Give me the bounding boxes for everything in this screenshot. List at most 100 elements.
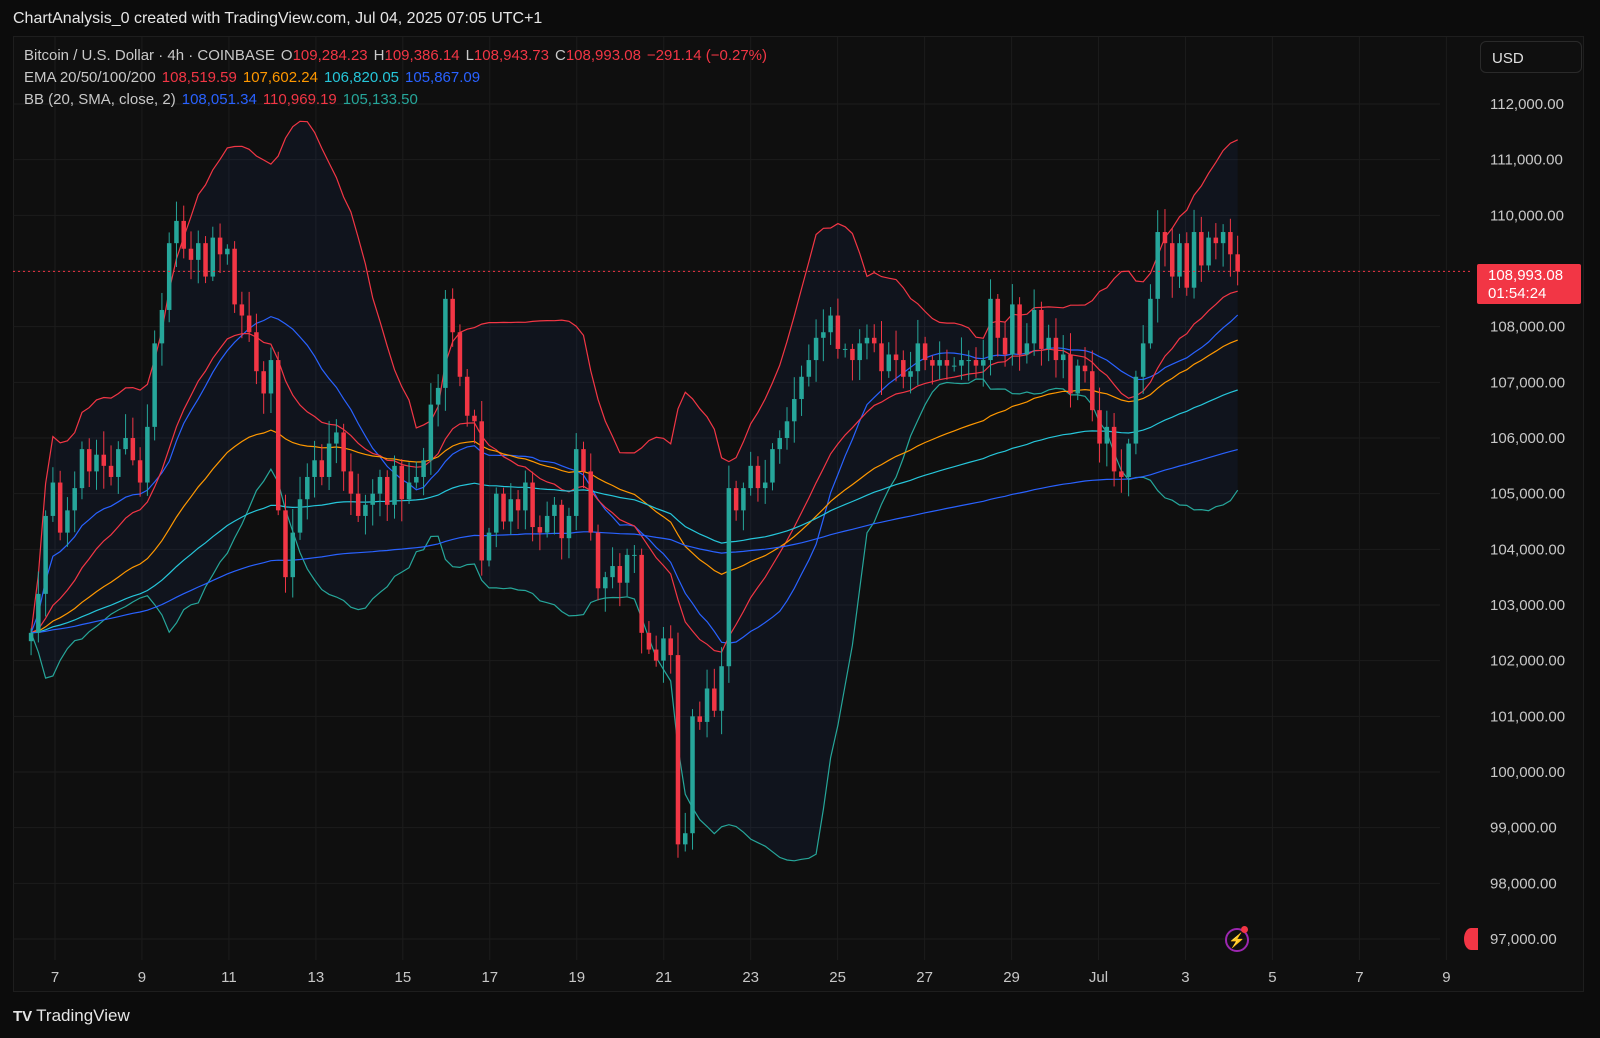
candle-body (123, 438, 128, 450)
bb-fill (31, 121, 1238, 861)
ema200-value: 105,867.09 (405, 69, 481, 86)
high-value: 109,386.14 (384, 47, 460, 64)
currency-selector[interactable]: USD (1480, 41, 1582, 73)
candle (1010, 284, 1015, 366)
candle-body (719, 666, 724, 711)
candle (479, 401, 484, 576)
candle-body (690, 716, 695, 834)
candle-body (748, 465, 753, 489)
footer-brand[interactable]: TV TradingView (13, 1006, 130, 1026)
time-axis: 7 9 11 13 15 17 19 21 23 25 27 29 Jul 3 5 7 9 (51, 969, 1451, 986)
candle-body (770, 449, 775, 483)
legend-symbol-row[interactable]: Bitcoin / U.S. Dollar · 4h · COINBASE O10… (24, 47, 773, 64)
candle-body (697, 716, 703, 722)
candle (682, 812, 688, 852)
candle-body (1199, 232, 1204, 266)
candle-body (1162, 232, 1168, 244)
candle-body (806, 360, 812, 377)
bb-upper-value: 110,969.19 (262, 91, 337, 108)
candle-body (981, 360, 986, 366)
price-tick-label: 108,000.00 (1490, 319, 1565, 336)
candle-body (1017, 304, 1022, 355)
candle (232, 241, 237, 313)
candle-body (639, 554, 644, 633)
price-axis: 112,000.00111,000.00110,000.00109,000.00… (1490, 96, 1565, 948)
price-tick-label: 110,000.00 (1490, 207, 1564, 224)
candle-body (305, 476, 310, 500)
candle-body (421, 460, 426, 477)
price-chart-svg[interactable]: 112,000.00111,000.00110,000.00109,000.00… (0, 0, 1600, 1038)
time-tick-label: 13 (308, 969, 325, 986)
candle-body (552, 504, 557, 516)
candle-body (741, 488, 746, 511)
candle-body (326, 443, 332, 477)
candle-body (995, 298, 1001, 338)
open-label: O (280, 47, 293, 64)
candle (1126, 438, 1131, 497)
candle-body (36, 593, 41, 633)
candle-body (464, 376, 470, 416)
candle-body (1220, 232, 1226, 244)
candle-body (472, 415, 477, 422)
candle-body (217, 237, 223, 255)
candle-body (712, 688, 717, 711)
candle-body (283, 510, 288, 578)
candle-body (755, 465, 761, 489)
candle-body (792, 399, 797, 422)
legend-ema-row[interactable]: EMA 20/50/100/200 108,519.59 107,602.24 106… (24, 69, 486, 86)
time-tick-label: 25 (829, 969, 846, 986)
candle-body (65, 510, 70, 533)
candle-body (610, 566, 615, 578)
candle-body (1228, 232, 1233, 255)
candle-body (28, 632, 34, 642)
candle-body (1111, 426, 1117, 472)
candle-body (1126, 443, 1131, 477)
candle-body (116, 449, 121, 477)
candle-body (392, 465, 397, 505)
candle-body (225, 248, 230, 255)
candle-body (57, 482, 63, 533)
close-label: C (555, 47, 566, 64)
legend-bb-row[interactable]: BB (20, SMA, close, 2) 108,051.34 110,969.… (24, 91, 424, 108)
price-tick-label: 103,000.00 (1490, 597, 1565, 614)
candle-body (254, 332, 259, 372)
candle-body (1002, 337, 1008, 355)
candle-body (108, 465, 114, 477)
currency-label: USD (1492, 50, 1524, 67)
candle-body (523, 482, 528, 511)
candle-body (334, 432, 339, 444)
candle-body (399, 465, 405, 500)
candle-body (1213, 237, 1219, 244)
bb-basis-value: 108,051.34 (181, 91, 257, 108)
us-flag-icon[interactable] (1464, 928, 1478, 950)
candle-body (1090, 371, 1095, 411)
candle-body (479, 421, 484, 561)
change-value: −291.14 (−0.27%) (646, 47, 768, 64)
ema100-value: 106,820.05 (323, 69, 400, 86)
open-value: 109,284.23 (292, 47, 368, 64)
candle-body (733, 488, 739, 511)
candle-body (821, 332, 826, 338)
candle-body (159, 309, 165, 344)
candle-body (879, 343, 884, 372)
candle-body (799, 376, 804, 400)
candle-body (239, 304, 245, 316)
candle-body (1075, 365, 1081, 394)
candle-body (188, 248, 194, 260)
candle-body (544, 515, 550, 533)
candle-body (377, 476, 383, 494)
candle-body (537, 527, 543, 533)
candle-body (370, 493, 375, 505)
ema50-value: 107,602.24 (242, 69, 318, 86)
candle-body (1140, 343, 1146, 377)
price-tick-label: 100,000.00 (1490, 764, 1565, 781)
price-tick-label: 101,000.00 (1490, 708, 1565, 725)
candle-body (864, 337, 870, 344)
time-tick-label: 21 (655, 969, 672, 986)
candle-body (661, 638, 666, 661)
candle-body (632, 554, 637, 556)
candle-body (951, 365, 957, 367)
candle-body (72, 488, 77, 511)
last-price-tag: 108,993.08 01:54:24 (1477, 264, 1581, 304)
candle (450, 288, 455, 347)
